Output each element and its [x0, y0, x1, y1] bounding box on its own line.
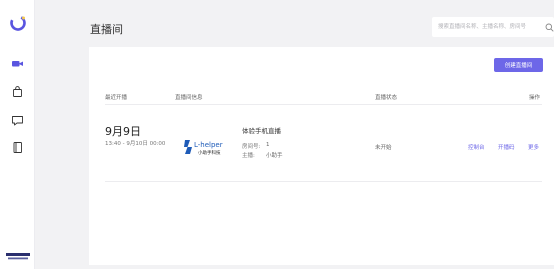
more-link[interactable]: 更多 [528, 143, 539, 151]
stream-code-link[interactable]: 开播码 [498, 143, 515, 151]
column-header-status: 直播状态 [375, 95, 398, 101]
host-name: 小助手 [266, 153, 283, 159]
brand-mini-logo [6, 253, 30, 260]
room-cover-logo: L-helper 小助手科技 [184, 140, 223, 156]
search-input[interactable] [438, 18, 542, 36]
row-date: 9月9日 [105, 125, 141, 138]
row-divider [105, 181, 542, 182]
search-box [432, 17, 554, 37]
room-number: 1 [266, 142, 270, 148]
host-label: 主播: [242, 153, 255, 159]
column-header-actions: 操作 [529, 95, 541, 101]
svg-text:L-helper: L-helper [194, 141, 223, 149]
live-room-card: 创建直播间 最近开播 直播间信息 直播状态 操作 9月9日 13:40 - 9月… [89, 47, 554, 265]
message-icon[interactable] [11, 114, 24, 127]
room-number-label: 房间号: [242, 144, 261, 150]
console-link[interactable]: 控制台 [468, 143, 485, 151]
page-title: 直播间 [90, 23, 123, 36]
row-time-range: 13:40 - 9月10日 00:00 [105, 141, 166, 147]
shopping-bag-icon[interactable] [11, 85, 24, 98]
room-number-line: 房间号: 1 [242, 142, 270, 150]
search-icon[interactable] [545, 23, 554, 32]
host-line: 主播: 小助手 [242, 151, 283, 159]
room-name: 体验手机直播 [242, 127, 281, 135]
live-status: 未开始 [375, 145, 392, 151]
book-icon[interactable] [11, 141, 24, 154]
app-logo-icon[interactable] [9, 14, 27, 32]
sidebar [0, 0, 35, 269]
column-header-recent: 最近开播 [105, 95, 128, 101]
svg-text:小助手科技: 小助手科技 [198, 149, 221, 156]
create-live-room-button[interactable]: 创建直播间 [494, 58, 543, 72]
column-header-info: 直播间信息 [175, 95, 203, 101]
header-divider [105, 104, 542, 105]
main-area: 直播间 创建直播间 最近开播 直播间信息 直播状态 操作 9月9日 13:40 … [35, 0, 554, 269]
video-camera-icon[interactable] [11, 57, 24, 70]
